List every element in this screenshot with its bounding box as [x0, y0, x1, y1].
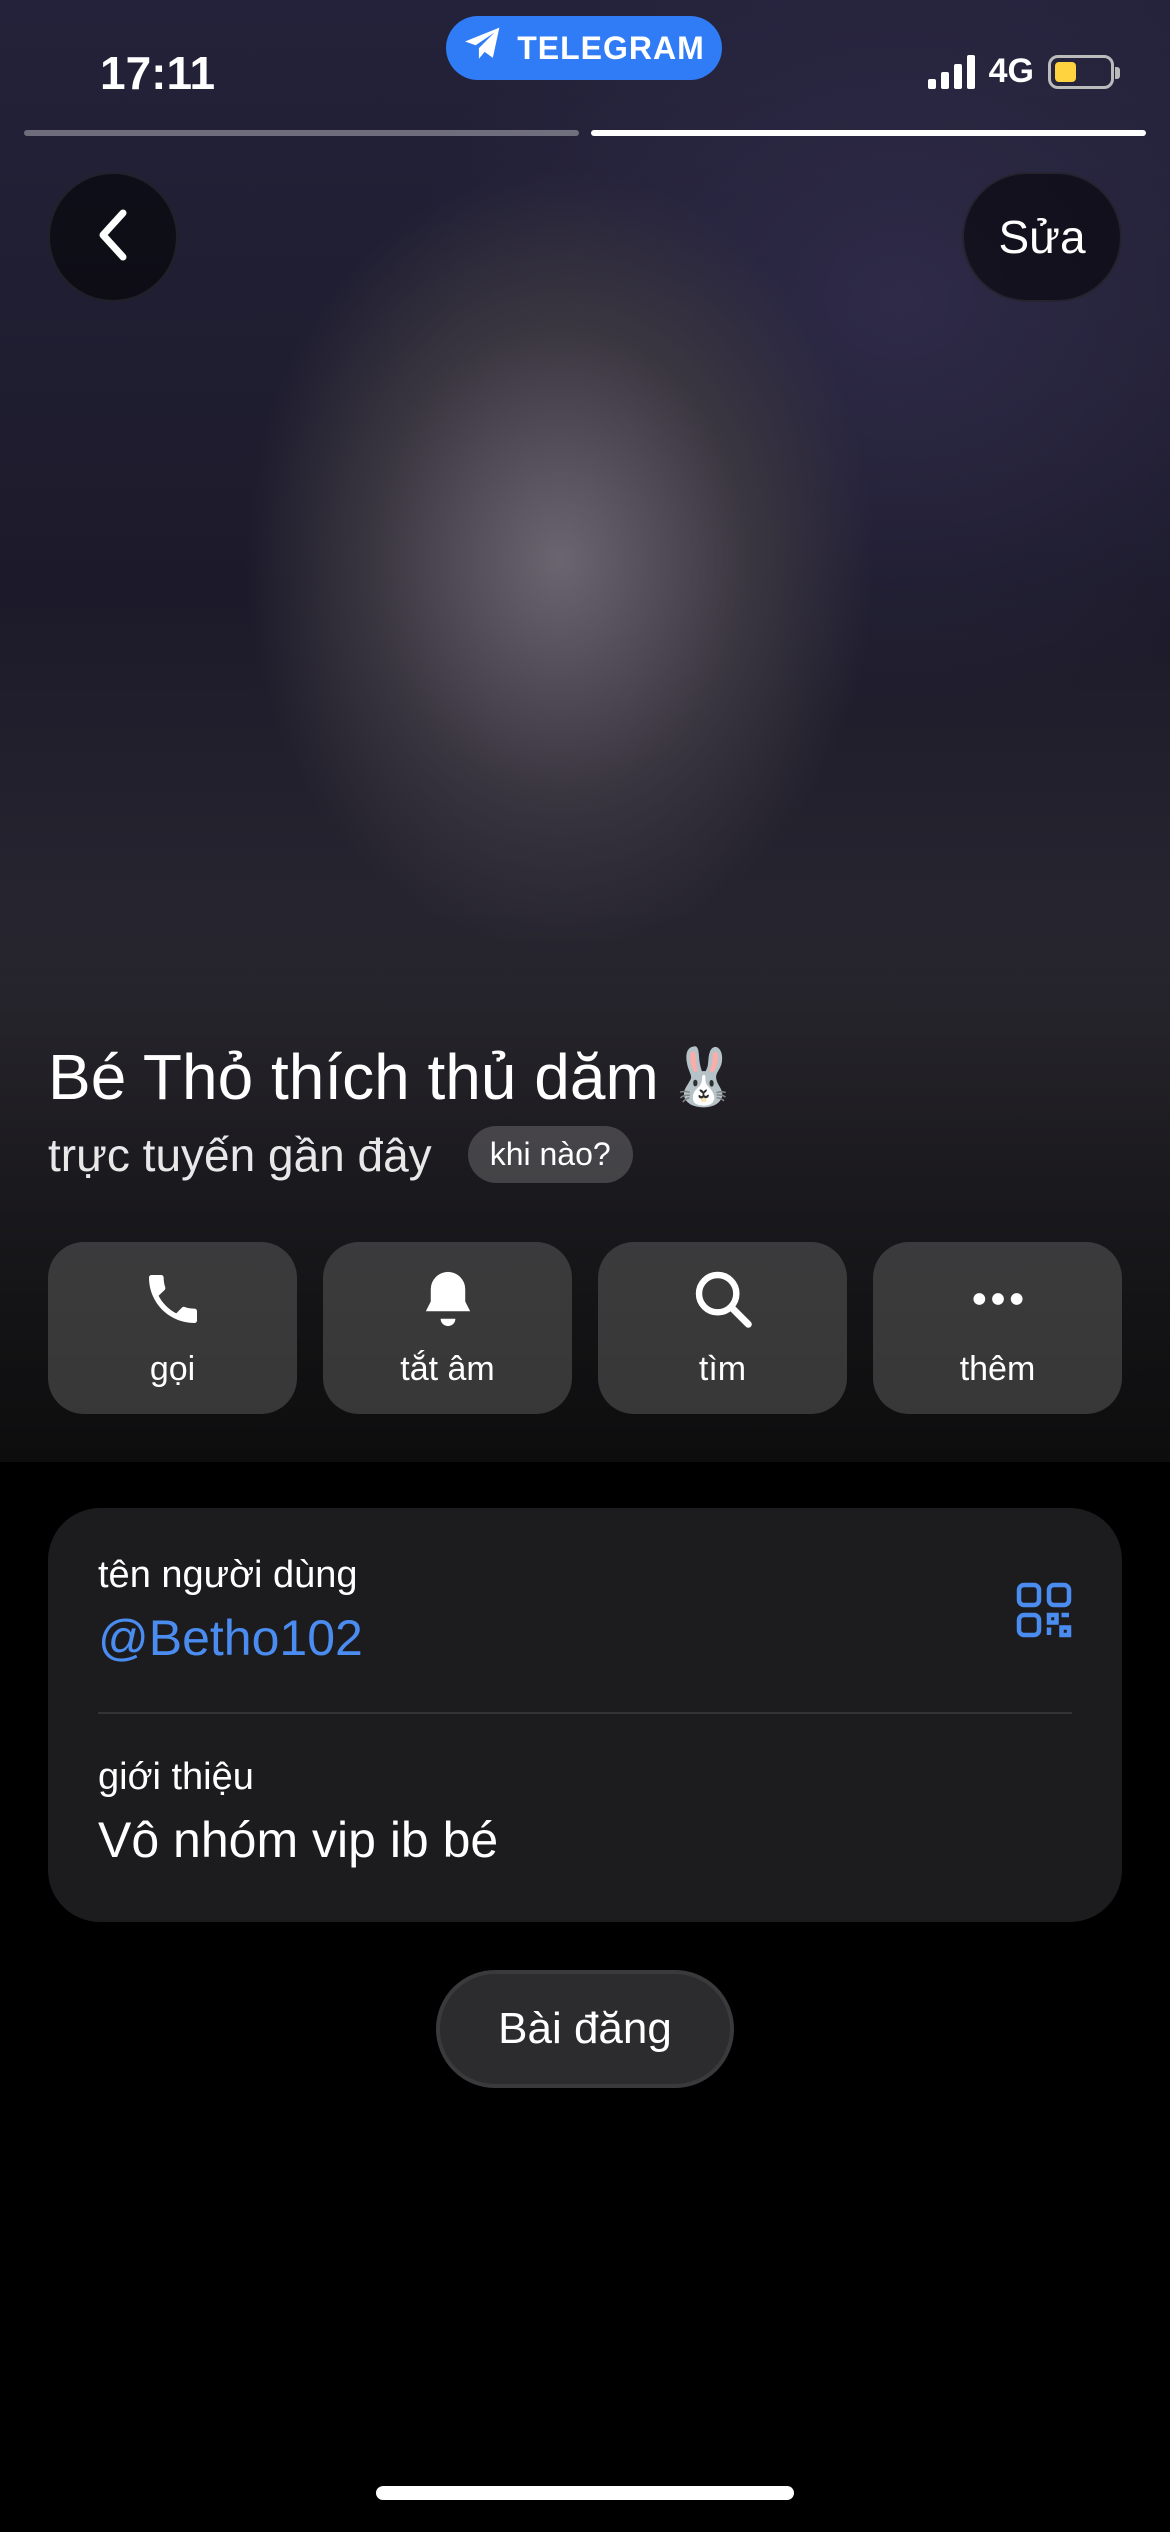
network-type: 4G: [988, 52, 1034, 90]
search-button[interactable]: tìm: [598, 1242, 847, 1414]
status-time: 17:11: [100, 47, 216, 99]
phone-icon: [141, 1267, 205, 1336]
when-chip[interactable]: khi nào?: [467, 1126, 633, 1183]
username-label: tên người dùng: [98, 1554, 358, 1596]
rabbit-emoji-icon: 🐰: [668, 1045, 739, 1108]
search-label: tìm: [698, 1350, 747, 1388]
info-card: tên người dùng @Betho102 giới thiệu Vô n…: [48, 1508, 1122, 1922]
telegram-app-pill[interactable]: TELEGRAM: [446, 16, 722, 80]
bell-icon: [418, 1267, 478, 1336]
more-button[interactable]: thêm: [873, 1242, 1122, 1414]
call-button[interactable]: gọi: [48, 1242, 297, 1414]
username-value[interactable]: @Betho102: [98, 1609, 1072, 1667]
edit-button[interactable]: Sửa: [962, 172, 1122, 302]
action-buttons: gọi tắt âm tìm thêm: [48, 1242, 1122, 1414]
bio-row: giới thiệu Vô nhóm vip ib bé: [98, 1756, 1072, 1869]
profile-name-text: Bé Thỏ thích thủ dăm: [48, 1041, 659, 1113]
qr-code-icon[interactable]: [1014, 1580, 1074, 1645]
search-icon: [691, 1267, 755, 1336]
last-seen-row: trực tuyến gần đây khi nào?: [48, 1126, 633, 1183]
chevron-left-icon: [93, 207, 133, 268]
status-indicators: 4G: [927, 52, 1120, 91]
back-button[interactable]: [48, 172, 178, 302]
more-label: thêm: [959, 1350, 1036, 1388]
last-seen-text: trực tuyến gần đây: [48, 1128, 432, 1181]
more-icon: [966, 1267, 1030, 1336]
posts-button[interactable]: Bài đăng: [436, 1970, 734, 2088]
cellular-signal-icon: [927, 54, 975, 89]
progress-segment-active: [591, 130, 1146, 136]
info-divider: [98, 1712, 1072, 1714]
telegram-plane-icon: [463, 26, 503, 70]
mute-label: tắt âm: [400, 1350, 495, 1388]
home-indicator[interactable]: [376, 2486, 794, 2500]
profile-name: Bé Thỏ thích thủ dăm 🐰: [48, 1040, 738, 1114]
username-row[interactable]: tên người dùng @Betho102: [98, 1554, 1072, 1667]
mute-button[interactable]: tắt âm: [323, 1242, 572, 1414]
progress-segment: [24, 130, 579, 136]
battery-icon: [1048, 54, 1120, 89]
bio-label: giới thiệu: [98, 1756, 254, 1798]
story-progress: [24, 130, 1146, 136]
app-pill-label: TELEGRAM: [517, 29, 705, 66]
bio-value: Vô nhóm vip ib bé: [98, 1812, 499, 1868]
call-label: gọi: [149, 1350, 196, 1388]
